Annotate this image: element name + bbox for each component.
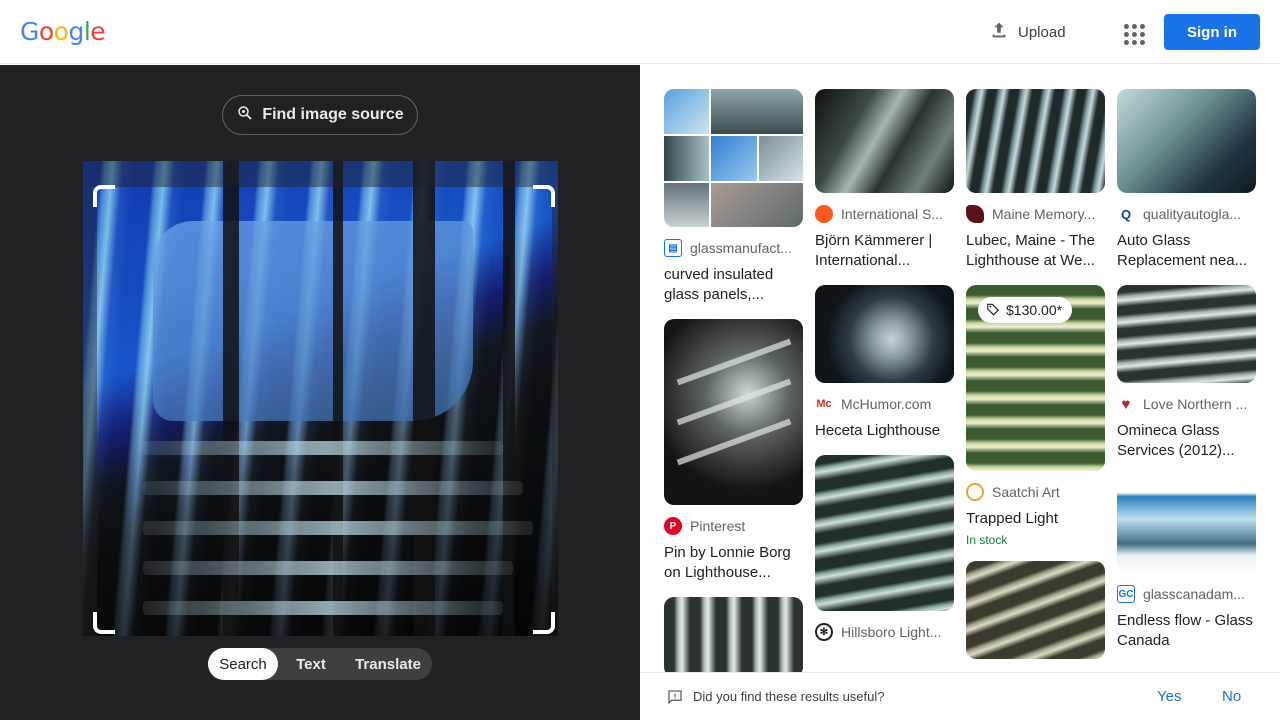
result-title: curved insulated glass panels,...: [664, 266, 774, 303]
result-thumbnail[interactable]: [1117, 475, 1256, 573]
result-title: Björn Kämmerer | International...: [815, 232, 933, 269]
result-title: Omineca Glass Services (2012)...: [1117, 422, 1235, 459]
result-thumbnail[interactable]: [966, 561, 1105, 659]
result-title: Auto Glass Replacement nea...: [1117, 232, 1248, 269]
mode-text-tab[interactable]: Text: [278, 648, 344, 680]
feedback-icon: [667, 689, 683, 710]
qualityautoglass-icon: Q: [1117, 205, 1135, 223]
result-title: Heceta Lighthouse: [815, 422, 941, 439]
international-icon: [815, 205, 833, 223]
result-source: glassmanufact...: [690, 240, 792, 256]
find-image-source-button[interactable]: Find image source: [222, 95, 418, 135]
result-title: Endless flow - Glass Canada: [1117, 612, 1253, 649]
saatchi-art-icon: [966, 483, 984, 501]
result-card[interactable]: [664, 597, 803, 672]
result-card[interactable]: Maine Memory... Lubec, Maine - The Light…: [966, 89, 1105, 271]
result-card[interactable]: ▤ glassmanufact... curved insulated glas…: [664, 89, 803, 305]
result-source: glasscanadam...: [1143, 586, 1245, 602]
result-title: Lubec, Maine - The Lighthouse at We...: [966, 232, 1095, 269]
mode-translate-tab[interactable]: Translate: [344, 648, 432, 680]
result-thumbnail[interactable]: [815, 455, 954, 611]
glassmanufacturer-icon: ▤: [664, 239, 682, 257]
sign-in-button[interactable]: Sign in: [1164, 14, 1260, 50]
result-thumbnail[interactable]: [664, 319, 803, 505]
maine-memory-icon: [966, 205, 984, 223]
query-image: [83, 161, 558, 636]
pinterest-icon: P: [664, 517, 682, 535]
upload-label: Upload: [1018, 23, 1066, 41]
tag-icon: [986, 302, 1000, 319]
result-source: McHumor.com: [841, 396, 932, 412]
crop-handle-bottom-right[interactable]: [533, 612, 555, 634]
result-source: Hillsboro Light...: [841, 624, 942, 640]
google-logo[interactable]: Google: [20, 17, 106, 47]
query-image-panel: Find image source Search Text Translate: [0, 65, 640, 720]
apps-grid-icon[interactable]: [1118, 18, 1146, 46]
result-thumbnail[interactable]: $130.00*: [966, 285, 1105, 471]
crop-handle-top-right[interactable]: [533, 185, 555, 207]
result-thumbnail[interactable]: [664, 597, 803, 672]
result-card[interactable]: GC glasscanadam... Endless flow - Glass …: [1117, 475, 1256, 651]
results-column-3: Maine Memory... Lubec, Maine - The Light…: [966, 89, 1105, 672]
results-column-2: International S... Björn Kämmerer | Inte…: [815, 89, 954, 655]
result-thumbnail[interactable]: [815, 285, 954, 383]
upload-button[interactable]: Upload: [988, 16, 1066, 48]
result-source: Pinterest: [690, 518, 746, 534]
result-card[interactable]: International S... Björn Kämmerer | Inte…: [815, 89, 954, 271]
mode-search-tab[interactable]: Search: [208, 648, 278, 680]
result-card[interactable]: [966, 561, 1105, 659]
feedback-bar: Did you find these results useful? Yes N…: [640, 672, 1280, 720]
result-source: International S...: [841, 206, 943, 222]
result-card[interactable]: P Pinterest Pin by Lonnie Borg on Lighth…: [664, 319, 803, 583]
top-header: Google Upload Sign in: [0, 0, 1280, 64]
result-source: qualityautogla...: [1143, 206, 1242, 222]
result-card[interactable]: ✻ Hillsboro Light...: [815, 455, 954, 641]
mchumor-icon: Mc: [815, 395, 833, 413]
feedback-no-button[interactable]: No: [1222, 688, 1241, 705]
visual-matches-grid: ▤ glassmanufact... curved insulated glas…: [640, 65, 1280, 672]
result-thumbnail[interactable]: [1117, 285, 1256, 383]
result-thumbnail[interactable]: [1117, 89, 1256, 193]
result-title: Pin by Lonnie Borg on Lighthouse...: [664, 544, 791, 581]
result-thumbnail[interactable]: [966, 89, 1105, 193]
lens-search-icon: [236, 104, 254, 127]
result-title: Trapped Light: [966, 510, 1059, 527]
heart-icon: ♥: [1117, 395, 1135, 413]
hillsboro-icon: ✻: [815, 623, 833, 641]
mode-switcher: Search Text Translate: [208, 648, 432, 680]
results-column-1: ▤ glassmanufact... curved insulated glas…: [664, 89, 803, 672]
glasscanada-icon: GC: [1117, 585, 1135, 603]
result-source: Maine Memory...: [992, 206, 1096, 222]
feedback-question: Did you find these results useful?: [693, 689, 885, 704]
crop-handle-top-left[interactable]: [93, 185, 115, 207]
result-thumbnail[interactable]: [815, 89, 954, 193]
result-source: Saatchi Art: [992, 484, 1060, 500]
result-card[interactable]: Mc McHumor.com Heceta Lighthouse: [815, 285, 954, 441]
price-badge: $130.00*: [978, 297, 1073, 323]
stock-status: In stock: [966, 533, 1008, 547]
crop-handle-bottom-left[interactable]: [93, 612, 115, 634]
upload-icon: [988, 19, 1010, 45]
price-label: $130.00*: [1006, 302, 1063, 318]
feedback-yes-button[interactable]: Yes: [1157, 688, 1181, 705]
find-image-source-label: Find image source: [262, 106, 404, 123]
result-source: Love Northern ...: [1143, 396, 1248, 412]
results-column-4: Q qualityautogla... Auto Glass Replaceme…: [1117, 89, 1256, 665]
result-card[interactable]: $130.00* Saatchi Art Trapped Light In st…: [966, 285, 1105, 547]
result-card[interactable]: Q qualityautogla... Auto Glass Replaceme…: [1117, 89, 1256, 271]
result-card[interactable]: ♥ Love Northern ... Omineca Glass Servic…: [1117, 285, 1256, 461]
result-thumbnail[interactable]: [664, 89, 803, 227]
